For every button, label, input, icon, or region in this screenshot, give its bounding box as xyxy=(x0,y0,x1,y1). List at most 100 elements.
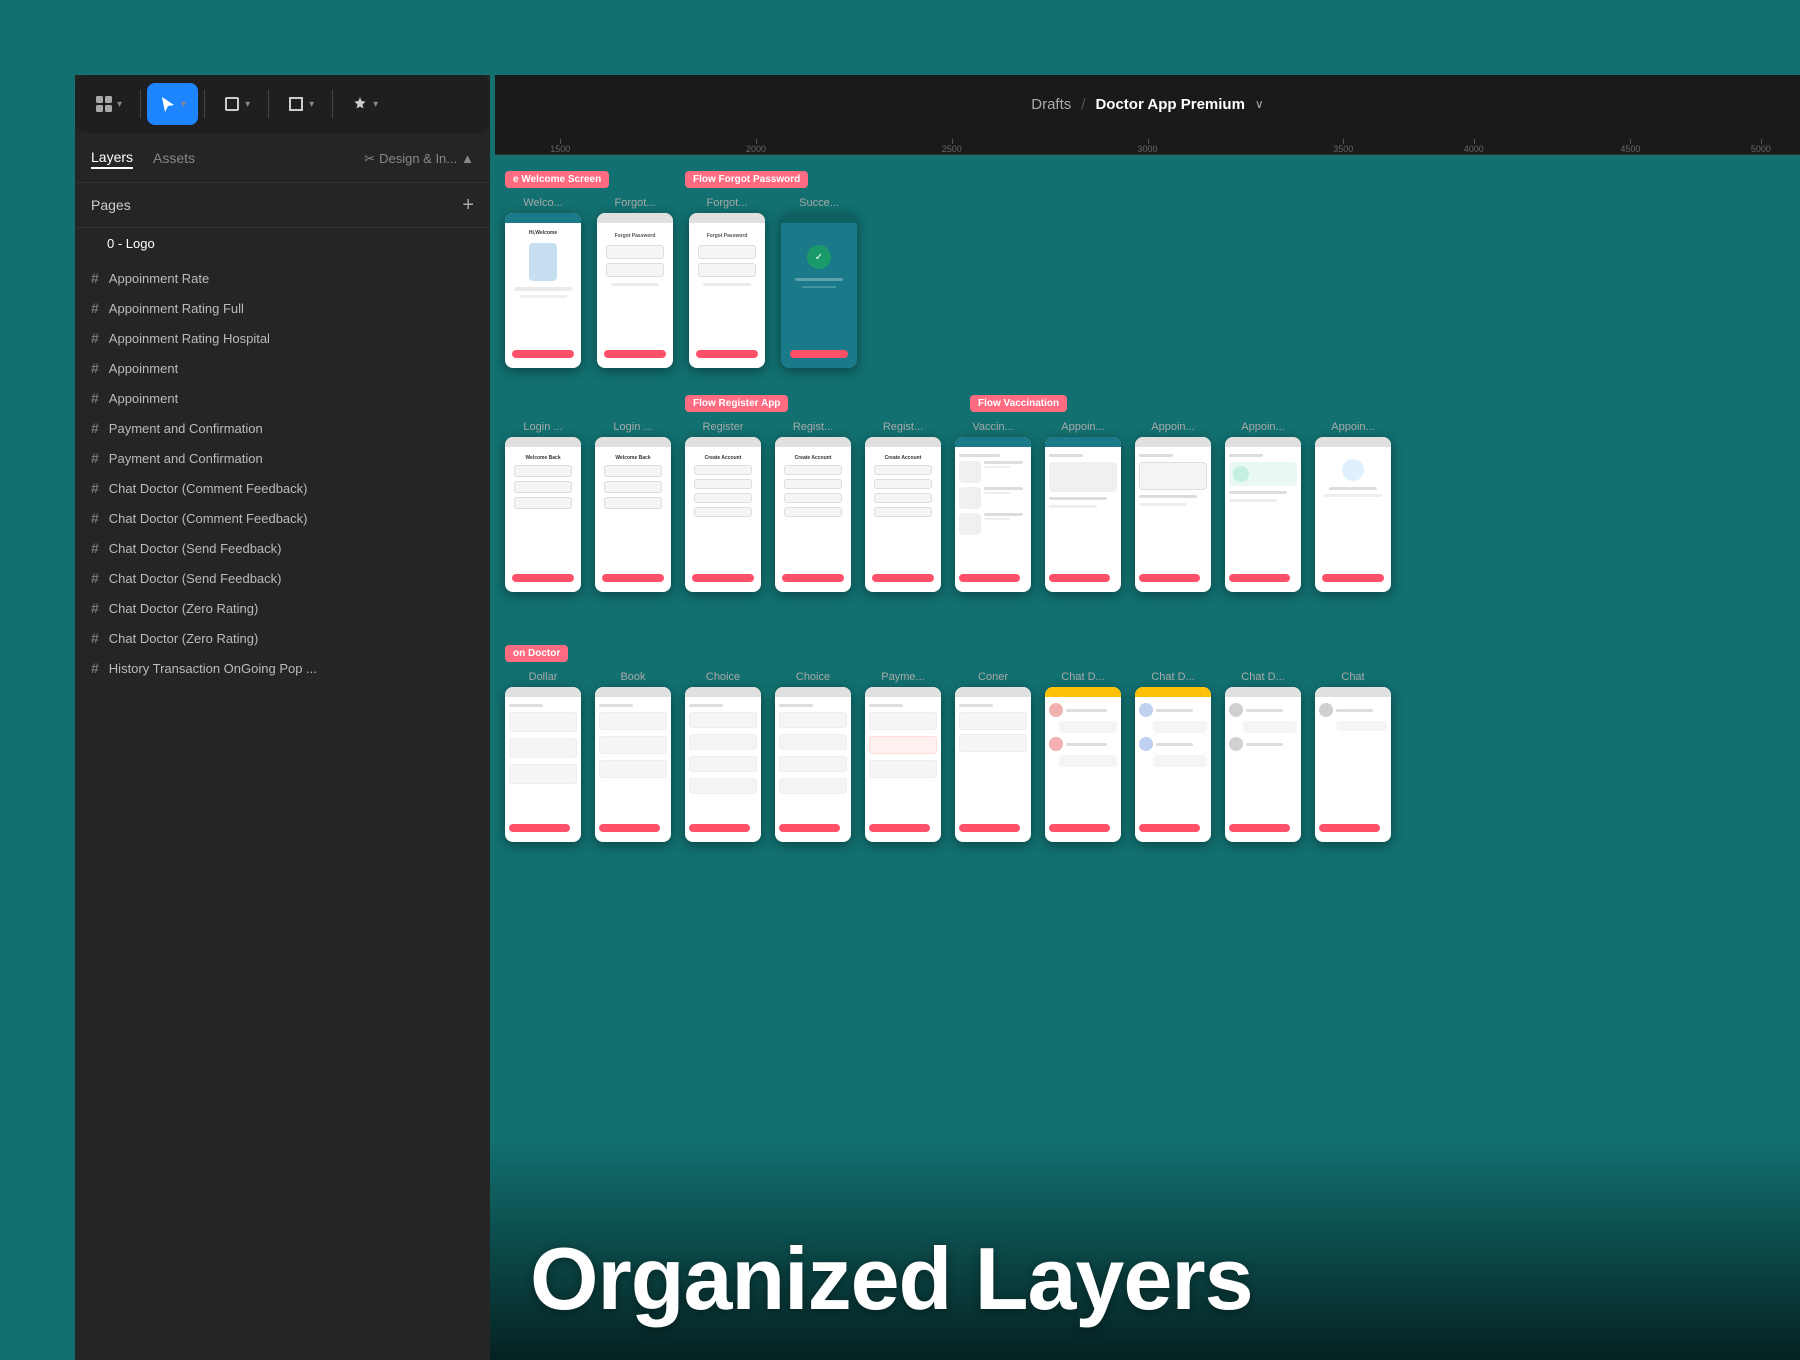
layer-name-chat-comment-2: Chat Doctor (Comment Feedback) xyxy=(109,511,308,526)
frame-label-vaccin: Vaccin... xyxy=(972,421,1013,433)
frame-success[interactable]: ✓ xyxy=(781,213,857,368)
layer-name-chat-send-2: Chat Doctor (Send Feedback) xyxy=(109,571,282,586)
frame-regist3[interactable]: Create Account xyxy=(865,437,941,592)
left-panel: Layers Assets ✂ Design & In... ▲ Pages +… xyxy=(75,75,490,1360)
frame-login2[interactable]: Welcome Back xyxy=(595,437,671,592)
layer-item-chat-zero-1[interactable]: # Chat Doctor (Zero Rating) xyxy=(75,593,490,623)
shape-tool-button[interactable]: ▾ xyxy=(275,83,326,125)
frame-group-register1: Register Create Account xyxy=(685,421,761,592)
frame-label-chat4: Chat xyxy=(1341,671,1364,683)
frame-tool-button[interactable]: ▾ xyxy=(211,83,262,125)
frame-group-choice1: Choice xyxy=(685,671,761,842)
frame-choice2[interactable] xyxy=(775,687,851,842)
shape-chevron: ▾ xyxy=(309,99,314,110)
page-item-logo[interactable]: 0 - Logo xyxy=(75,228,490,259)
layer-name-appoint-2: Appoinment xyxy=(109,391,178,406)
frame-group-success: Succe... ✓ xyxy=(781,197,857,368)
hash-icon-appoint-2: # xyxy=(91,390,99,406)
frame-appoin1[interactable] xyxy=(1045,437,1121,592)
panel-chevron-icon: ▲ xyxy=(461,151,474,166)
grid-chevron: ▾ xyxy=(117,99,122,110)
layer-item-chat-comment-1[interactable]: # Chat Doctor (Comment Feedback) xyxy=(75,473,490,503)
frame-login1[interactable]: Welcome Back xyxy=(505,437,581,592)
frame-appoin3[interactable] xyxy=(1225,437,1301,592)
frame-coner[interactable] xyxy=(955,687,1031,842)
frame-chat4[interactable] xyxy=(1315,687,1391,842)
layer-item-chat-zero-2[interactable]: # Chat Doctor (Zero Rating) xyxy=(75,623,490,653)
grid-tool-button[interactable]: ▾ xyxy=(83,83,134,125)
frame-group-appoin4: Appoin... xyxy=(1315,421,1391,592)
layer-item-chat-comment-2[interactable]: # Chat Doctor (Comment Feedback) xyxy=(75,503,490,533)
pen-tool-button[interactable]: ▾ xyxy=(339,83,390,125)
frame-group-chat4: Chat xyxy=(1315,671,1391,842)
breadcrumb-separator: / xyxy=(1081,96,1085,113)
frame-dollar[interactable] xyxy=(505,687,581,842)
frame-vaccin[interactable] xyxy=(955,437,1031,592)
frame-label-regist3: Regist... xyxy=(883,421,923,433)
layer-item-chat-send-2[interactable]: # Chat Doctor (Send Feedback) xyxy=(75,563,490,593)
layer-name-chat-send-1: Chat Doctor (Send Feedback) xyxy=(109,541,282,556)
project-name: Doctor App Premium xyxy=(1095,96,1244,113)
toolbar-divider-1 xyxy=(140,90,141,118)
layer-item-chat-send-1[interactable]: # Chat Doctor (Send Feedback) xyxy=(75,533,490,563)
ruler-mark-2500: 2500 xyxy=(942,144,962,154)
ruler-mark-2000: 2000 xyxy=(746,144,766,154)
chat-chip: on Doctor xyxy=(505,645,568,662)
frame-chatd2[interactable] xyxy=(1135,687,1211,842)
layer-item-appoint-rating-full[interactable]: # Appoinment Rating Full xyxy=(75,293,490,323)
layer-item-appoint-2[interactable]: # Appoinment xyxy=(75,383,490,413)
frame-chatd1[interactable] xyxy=(1045,687,1121,842)
hash-icon-chat-send-1: # xyxy=(91,540,99,556)
ruler-mark-4000: 4000 xyxy=(1464,144,1484,154)
layer-item-appoint-rate[interactable]: # Appoinment Rate xyxy=(75,263,490,293)
pen-chevron: ▾ xyxy=(373,99,378,110)
drafts-link[interactable]: Drafts xyxy=(1031,96,1071,113)
design-inspect-tab[interactable]: ✂ Design & In... ▲ xyxy=(364,151,474,167)
tab-layers[interactable]: Layers xyxy=(91,149,133,169)
layer-name-appoint-rating-full: Appoinment Rating Full xyxy=(109,301,244,316)
layer-item-appoint-rating-hospital[interactable]: # Appoinment Rating Hospital xyxy=(75,323,490,353)
project-chevron[interactable]: ∨ xyxy=(1255,97,1264,111)
frame-regist2[interactable]: Create Account xyxy=(775,437,851,592)
frame-register1[interactable]: Create Account xyxy=(685,437,761,592)
frame-label-appoin2: Appoin... xyxy=(1151,421,1194,433)
hash-icon-history-trans: # xyxy=(91,660,99,676)
design-label: Design & In... xyxy=(379,151,457,166)
layer-item-history-trans[interactable]: # History Transaction OnGoing Pop ... xyxy=(75,653,490,683)
frame-book[interactable] xyxy=(595,687,671,842)
hash-icon-appoint-1: # xyxy=(91,360,99,376)
frame-group-appoin2: Appoin... xyxy=(1135,421,1211,592)
frame-group-regist3: Regist... Create Account xyxy=(865,421,941,592)
ruler-mark-4500: 4500 xyxy=(1620,144,1640,154)
frame-label-regist2: Regist... xyxy=(793,421,833,433)
frame-group-coner: Coner xyxy=(955,671,1031,842)
frame-appoin2[interactable] xyxy=(1135,437,1211,592)
frame-payme[interactable] xyxy=(865,687,941,842)
layer-item-payment-2[interactable]: # Payment and Confirmation xyxy=(75,443,490,473)
breadcrumb: Drafts / Doctor App Premium ∨ xyxy=(1031,96,1263,113)
frame-appoin4[interactable] xyxy=(1315,437,1391,592)
tab-assets[interactable]: Assets xyxy=(153,150,195,168)
ruler-mark-3500: 3500 xyxy=(1333,144,1353,154)
frame-group-chatd1: Chat D... xyxy=(1045,671,1121,842)
frame-choice1[interactable] xyxy=(685,687,761,842)
select-chevron: ▾ xyxy=(181,99,186,110)
hash-icon-chat-comment-1: # xyxy=(91,480,99,496)
canvas-content: e Welcome Screen Flow Forgot Password We… xyxy=(495,155,1800,1360)
frame-label-chatd3: Chat D... xyxy=(1241,671,1284,683)
toolbar-divider-4 xyxy=(332,90,333,118)
ruler-mark-1500: 1500 xyxy=(550,144,570,154)
select-tool-button[interactable]: ▾ xyxy=(147,83,198,125)
frame-label-register1: Register xyxy=(703,421,744,433)
add-page-button[interactable]: + xyxy=(462,195,474,215)
frame-forgot1[interactable]: Forgot Password xyxy=(597,213,673,368)
layer-name-appoint-rating-hospital: Appoinment Rating Hospital xyxy=(109,331,270,346)
frame-forgot2[interactable]: Forgot Password xyxy=(689,213,765,368)
layer-name-payment-2: Payment and Confirmation xyxy=(109,451,263,466)
frame-welcome[interactable]: Hi,Welcome xyxy=(505,213,581,368)
layer-item-payment-1[interactable]: # Payment and Confirmation xyxy=(75,413,490,443)
frame-group-forgot1: Forgot... Forgot Password xyxy=(597,197,673,368)
frame-chatd3[interactable] xyxy=(1225,687,1301,842)
frame-group-chatd3: Chat D... xyxy=(1225,671,1301,842)
layer-item-appoint-1[interactable]: # Appoinment xyxy=(75,353,490,383)
